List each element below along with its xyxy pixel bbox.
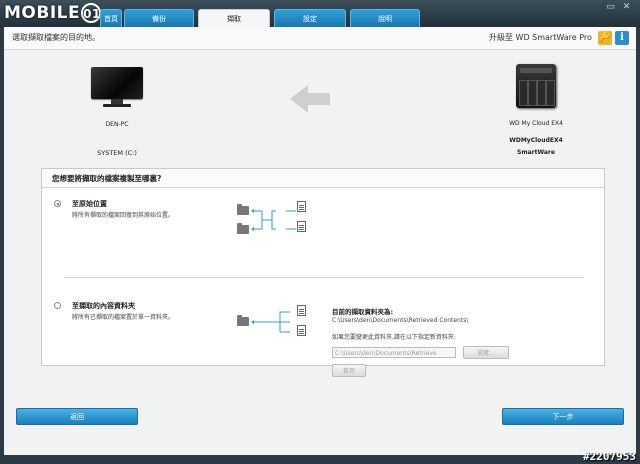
divider — [64, 277, 584, 278]
arrow-left-icon — [290, 85, 330, 113]
target-device-subtitle: SmartWare — [517, 149, 555, 156]
tab-backup[interactable]: 備份 — [124, 9, 194, 27]
current-folder-label: 目前的擷取資料夾為: — [332, 308, 394, 316]
main-panel: 選取擷取檔案的目的地。 升級至 WD SmartWare Pro 🔑 i DEN… — [4, 27, 636, 455]
source-drive: SYSTEM (C:) — [97, 149, 137, 157]
apply-button[interactable]: 套用 — [332, 364, 366, 377]
tab-help[interactable]: 說明 — [350, 9, 420, 27]
close-button[interactable]: ✕ — [622, 3, 631, 12]
upgrade-link[interactable]: 升級至 WD SmartWare Pro — [489, 27, 592, 49]
document-icon — [297, 201, 306, 212]
destination-options-panel: 您想要將擷取的檔案複製至哪裏? 至原始位置 將所有擷取的檔案回復到其原始位置。 … — [41, 168, 605, 377]
target-device-name: WDMyCloudEX4 — [509, 137, 563, 144]
tab-retrieve[interactable]: 擷取 — [198, 9, 270, 27]
copy-to-original-diagram — [237, 199, 317, 239]
instruction-text: 選取擷取檔案的目的地。 — [12, 33, 100, 42]
minimize-button[interactable]: ▭ — [606, 3, 615, 12]
nas-device-icon — [516, 64, 556, 108]
change-folder-hint: 如果您要變更此資料夾,請在以下指定新資料夾: — [332, 334, 456, 341]
radio-retrieved-folder[interactable] — [54, 302, 61, 309]
document-icon — [297, 325, 306, 336]
title-bar: MOBILE 01 首頁 備份 擷取 設定 說明 ▭ ✕ — [0, 0, 640, 27]
app-logo: MOBILE 01 — [4, 3, 102, 23]
logo-badge: 01 — [81, 3, 102, 23]
info-icon[interactable]: i — [615, 31, 629, 45]
computer-icon — [91, 67, 143, 107]
next-button[interactable]: 下一步 — [502, 408, 624, 425]
folder-icon — [237, 223, 249, 234]
folder-icon — [237, 315, 249, 326]
source-device-name: DEN-PC — [105, 121, 129, 128]
tab-home[interactable]: 首頁 — [100, 9, 122, 27]
folder-path-input[interactable]: C:\Users\den\Documents\Retrieve — [332, 347, 456, 358]
target-device-model: WD My Cloud EX4 — [509, 120, 563, 127]
option-original-title[interactable]: 至原始位置 — [72, 199, 107, 209]
key-icon[interactable]: 🔑 — [598, 31, 612, 45]
browse-button[interactable]: 瀏覽... — [463, 346, 509, 359]
watermark: #2207953 — [583, 450, 636, 463]
document-icon — [297, 305, 306, 316]
options-question: 您想要將擷取的檔案複製至哪裏? — [52, 174, 162, 183]
folder-icon — [237, 204, 249, 215]
current-folder-path: C:\Users\den\Documents\Retrieved Content… — [332, 317, 469, 324]
header-strip: 選取擷取檔案的目的地。 升級至 WD SmartWare Pro 🔑 i — [4, 27, 636, 50]
tab-settings[interactable]: 設定 — [274, 9, 346, 27]
back-button[interactable]: 返回 — [16, 408, 138, 425]
option-original-description: 將所有擷取的檔案回復到其原始位置。 — [72, 212, 175, 219]
document-icon — [297, 221, 306, 232]
option-retrieved-title[interactable]: 至擷取的內容資料夾 — [72, 301, 135, 311]
copy-to-folder-diagram — [237, 301, 317, 341]
radio-original-location[interactable] — [54, 200, 61, 207]
option-retrieved-description: 將所有已擷取的檔案置於單一資料夾。 — [72, 314, 175, 321]
